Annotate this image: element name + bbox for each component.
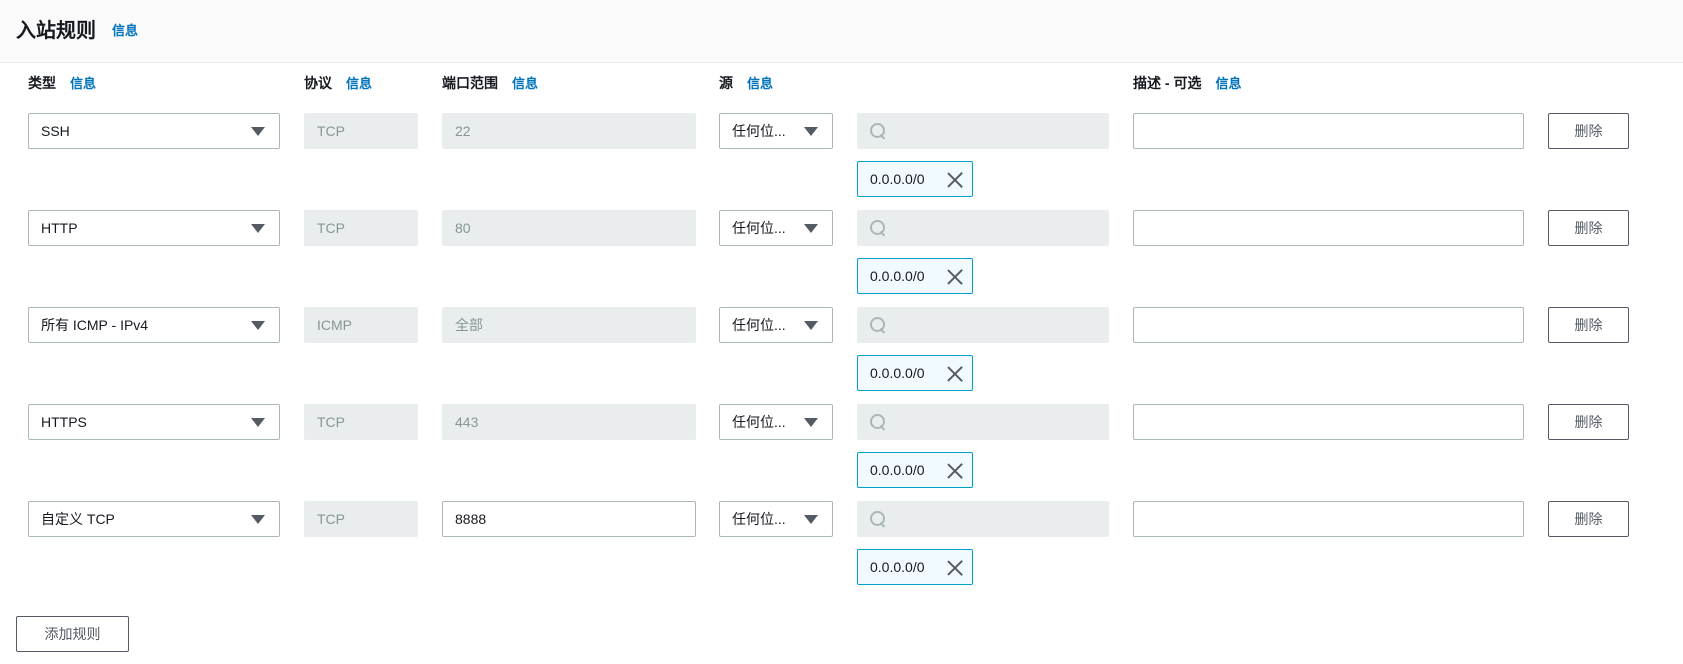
source-type-select[interactable]: 任何位... <box>719 307 833 343</box>
close-icon[interactable] <box>946 268 964 286</box>
column-label-type: 类型 <box>28 75 56 91</box>
description-info-link[interactable]: 信息 <box>1215 76 1241 91</box>
cidr-token-label: 0.0.0.0/0 <box>870 365 925 381</box>
type-select[interactable]: SSH <box>28 113 280 149</box>
search-icon <box>870 220 886 236</box>
close-icon[interactable] <box>946 462 964 480</box>
protocol-field: TCP <box>304 501 418 537</box>
caret-down-icon <box>251 515 265 524</box>
type-select-value: HTTPS <box>41 414 87 430</box>
protocol-field: TCP <box>304 210 418 246</box>
rule-row: HTTP TCP 80 任何位... 0.0.0.0/0 删除 <box>0 210 1683 300</box>
cidr-token: 0.0.0.0/0 <box>857 355 973 391</box>
search-icon <box>870 123 886 139</box>
column-label-source: 源 <box>719 75 733 91</box>
caret-down-icon <box>804 418 818 427</box>
cidr-token-label: 0.0.0.0/0 <box>870 559 925 575</box>
source-search-input[interactable] <box>857 113 1109 149</box>
search-icon <box>870 511 886 527</box>
section-header: 入站规则 信息 <box>0 0 1683 63</box>
cidr-token-label: 0.0.0.0/0 <box>870 462 925 478</box>
column-header-protocol: 协议 信息 <box>304 73 372 93</box>
caret-down-icon <box>804 127 818 136</box>
type-select[interactable]: 自定义 TCP <box>28 501 280 537</box>
column-label-description: 描述 - 可选 <box>1133 75 1202 91</box>
caret-down-icon <box>251 321 265 330</box>
description-input[interactable] <box>1133 307 1524 343</box>
column-label-protocol: 协议 <box>304 75 332 91</box>
source-search-input[interactable] <box>857 404 1109 440</box>
column-header-type: 类型 信息 <box>28 73 96 93</box>
port-range-field: 80 <box>442 210 696 246</box>
type-select-value: SSH <box>41 123 70 139</box>
type-info-link[interactable]: 信息 <box>70 76 96 91</box>
cidr-token-label: 0.0.0.0/0 <box>870 268 925 284</box>
port-range-field: 全部 <box>442 307 696 343</box>
source-search-input[interactable] <box>857 210 1109 246</box>
protocol-field: TCP <box>304 113 418 149</box>
source-info-link[interactable]: 信息 <box>747 76 773 91</box>
search-icon <box>870 414 886 430</box>
protocol-info-link[interactable]: 信息 <box>346 76 372 91</box>
search-icon <box>870 317 886 333</box>
port-range-info-link[interactable]: 信息 <box>512 76 538 91</box>
cidr-token: 0.0.0.0/0 <box>857 549 973 585</box>
caret-down-icon <box>251 224 265 233</box>
protocol-field: ICMP <box>304 307 418 343</box>
caret-down-icon <box>251 418 265 427</box>
source-type-value: 任何位... <box>732 123 786 139</box>
type-select[interactable]: HTTPS <box>28 404 280 440</box>
close-icon[interactable] <box>946 559 964 577</box>
source-type-select[interactable]: 任何位... <box>719 404 833 440</box>
source-type-select[interactable]: 任何位... <box>719 501 833 537</box>
protocol-field: TCP <box>304 404 418 440</box>
caret-down-icon <box>804 224 818 233</box>
column-header-source: 源信息 <box>719 73 773 93</box>
column-header-port-range: 端口范围 信息 <box>442 73 538 93</box>
description-input[interactable] <box>1133 501 1524 537</box>
source-type-value: 任何位... <box>732 220 786 236</box>
rule-row: SSH TCP 22 任何位... 0.0.0.0/0 删除 <box>0 113 1683 203</box>
caret-down-icon <box>804 321 818 330</box>
caret-down-icon <box>804 515 818 524</box>
delete-rule-button[interactable]: 删除 <box>1548 307 1629 343</box>
description-input[interactable] <box>1133 404 1524 440</box>
delete-rule-button[interactable]: 删除 <box>1548 210 1629 246</box>
rule-row: HTTPS TCP 443 任何位... 0.0.0.0/0 删除 <box>0 404 1683 494</box>
port-range-field: 22 <box>442 113 696 149</box>
delete-rule-button[interactable]: 删除 <box>1548 501 1629 537</box>
delete-rule-button[interactable]: 删除 <box>1548 113 1629 149</box>
cidr-token: 0.0.0.0/0 <box>857 161 973 197</box>
cidr-token: 0.0.0.0/0 <box>857 258 973 294</box>
type-select-value: HTTP <box>41 220 78 236</box>
source-type-value: 任何位... <box>732 511 786 527</box>
source-search-input[interactable] <box>857 307 1109 343</box>
source-search-input[interactable] <box>857 501 1109 537</box>
port-range-input[interactable] <box>442 501 696 537</box>
source-type-value: 任何位... <box>732 317 786 333</box>
add-rule-button[interactable]: 添加规则 <box>16 616 129 652</box>
source-type-select[interactable]: 任何位... <box>719 210 833 246</box>
type-select[interactable]: HTTP <box>28 210 280 246</box>
source-type-select[interactable]: 任何位... <box>719 113 833 149</box>
header-info-link[interactable]: 信息 <box>112 20 138 39</box>
cidr-token-label: 0.0.0.0/0 <box>870 171 925 187</box>
delete-rule-button[interactable]: 删除 <box>1548 404 1629 440</box>
description-input[interactable] <box>1133 113 1524 149</box>
source-type-value: 任何位... <box>732 414 786 430</box>
type-select-value: 所有 ICMP - IPv4 <box>41 317 149 333</box>
type-select[interactable]: 所有 ICMP - IPv4 <box>28 307 280 343</box>
close-icon[interactable] <box>946 365 964 383</box>
caret-down-icon <box>251 127 265 136</box>
close-icon[interactable] <box>946 171 964 189</box>
cidr-token: 0.0.0.0/0 <box>857 452 973 488</box>
rule-row: 所有 ICMP - IPv4 ICMP 全部 任何位... 0.0.0.0/0 … <box>0 307 1683 397</box>
column-label-port-range: 端口范围 <box>442 75 498 91</box>
rule-row: 自定义 TCP TCP 任何位... 0.0.0.0/0 删除 <box>0 501 1683 591</box>
column-header-description: 描述 - 可选 信息 <box>1133 73 1241 93</box>
port-range-field: 443 <box>442 404 696 440</box>
description-input[interactable] <box>1133 210 1524 246</box>
type-select-value: 自定义 TCP <box>41 511 115 527</box>
page-title: 入站规则 <box>16 20 96 42</box>
